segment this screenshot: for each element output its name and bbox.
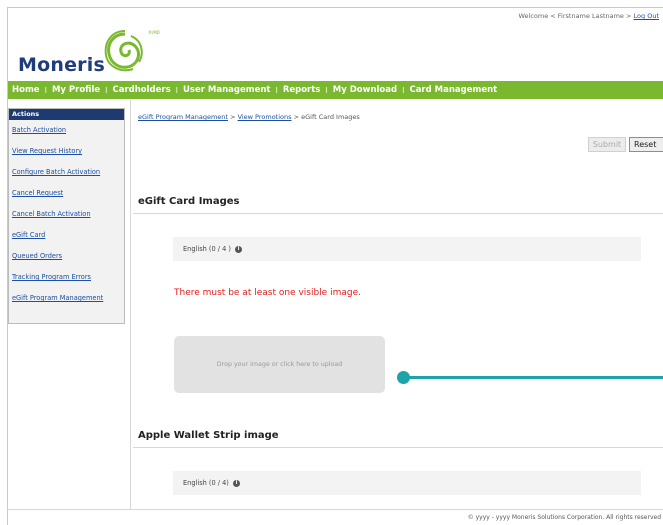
submit-button[interactable]: Submit xyxy=(588,137,626,152)
sidebar-link-egift-program-management[interactable]: eGift Program Management xyxy=(12,294,103,302)
sidebar-item: eGift Card xyxy=(9,225,124,246)
breadcrumb: eGift Program Management > View Promotio… xyxy=(138,113,360,121)
sidebar-link-view-request-history[interactable]: View Request History xyxy=(12,147,82,155)
section-divider xyxy=(133,213,663,214)
sidebar-link-tracking-program-errors[interactable]: Tracking Program Errors xyxy=(12,273,91,281)
breadcrumb-view-promotions[interactable]: View Promotions xyxy=(238,113,292,121)
sidebar-link-egift-card[interactable]: eGift Card xyxy=(12,231,45,239)
nav-separator: I xyxy=(44,85,47,95)
sidebar-list: Batch Activation View Request History Co… xyxy=(9,120,124,309)
breadcrumb-current: eGift Card Images xyxy=(301,113,360,121)
slider-track xyxy=(407,376,663,379)
nav-separator: I xyxy=(175,85,179,95)
logo-wordmark: Moneris xyxy=(18,54,105,76)
nav-separator: I xyxy=(402,85,405,95)
section-divider xyxy=(133,447,663,448)
nav-separator: I xyxy=(275,85,278,95)
sidebar-item: Batch Activation xyxy=(9,120,124,141)
nav-card-management[interactable]: Card Management xyxy=(409,85,497,95)
sidebar-link-queued-orders[interactable]: Queued Orders xyxy=(12,252,62,260)
sidebar-link-cancel-batch-activation[interactable]: Cancel Batch Activation xyxy=(12,210,91,218)
logout-link[interactable]: Log Out xyxy=(634,12,659,20)
image-slider[interactable] xyxy=(397,370,663,386)
sidebar-item: Queued Orders xyxy=(9,246,124,267)
nav-user-management[interactable]: User Management xyxy=(183,85,270,95)
sidebar-item: Configure Batch Activation xyxy=(9,162,124,183)
egift-language-label: English (0 / 4 ) xyxy=(183,245,231,253)
breadcrumb-separator: > xyxy=(230,113,236,121)
nav-my-download[interactable]: My Download xyxy=(333,85,397,95)
sidebar-item: View Request History xyxy=(9,141,124,162)
wallet-language-label: English (0 / 4) xyxy=(183,479,229,487)
breadcrumb-egift-program-management[interactable]: eGift Program Management xyxy=(138,113,228,121)
sidebar-heading: Actions xyxy=(9,109,124,120)
actions-sidebar: Actions Batch Activation View Request Hi… xyxy=(8,108,125,324)
sidebar-link-cancel-request[interactable]: Cancel Request xyxy=(12,189,63,197)
nav-cardholders[interactable]: Cardholders xyxy=(113,85,171,95)
nav-home[interactable]: Home xyxy=(12,85,40,95)
wallet-strip-title: Apple Wallet Strip image xyxy=(138,430,279,441)
nav-reports[interactable]: Reports xyxy=(283,85,321,95)
content-divider xyxy=(130,100,131,510)
info-icon[interactable]: i xyxy=(232,479,240,487)
logo-swirl-icon xyxy=(104,30,143,72)
sidebar-item: Cancel Request xyxy=(9,183,124,204)
nav-separator: I xyxy=(105,85,108,95)
slider-handle[interactable] xyxy=(397,371,410,384)
egift-language-bar[interactable]: English (0 / 4 ) i xyxy=(173,237,641,261)
error-message: There must be at least one visible image… xyxy=(174,288,361,298)
egift-images-title: eGift Card Images xyxy=(138,196,240,207)
moneris-logo: ®/MD Moneris xyxy=(18,28,168,78)
sidebar-link-configure-batch-activation[interactable]: Configure Batch Activation xyxy=(12,168,100,176)
logo-trademark: ®/MD xyxy=(148,30,160,35)
info-icon[interactable]: i xyxy=(235,245,243,253)
footer-divider xyxy=(7,509,663,510)
wallet-language-bar[interactable]: English (0 / 4) i xyxy=(173,471,641,495)
sidebar-link-batch-activation[interactable]: Batch Activation xyxy=(12,126,66,134)
sidebar-item: Tracking Program Errors xyxy=(9,267,124,288)
nav-separator: I xyxy=(325,85,328,95)
sidebar-item: eGift Program Management xyxy=(9,288,124,309)
welcome-message: Welcome < Firstname Lastname > xyxy=(518,12,632,20)
nav-my-profile[interactable]: My Profile xyxy=(52,85,100,95)
welcome-text: Welcome < Firstname Lastname > Log Out xyxy=(518,12,659,20)
main-nav: Home I My Profile I Cardholders I User M… xyxy=(8,81,663,99)
breadcrumb-separator: > xyxy=(293,113,300,121)
footer-copyright: © yyyy - yyyy Moneris Solutions Corporat… xyxy=(467,514,661,521)
reset-button[interactable]: Reset xyxy=(629,137,663,152)
sidebar-item: Cancel Batch Activation xyxy=(9,204,124,225)
image-upload-dropzone[interactable]: Drop your image or click here to upload xyxy=(174,336,385,393)
